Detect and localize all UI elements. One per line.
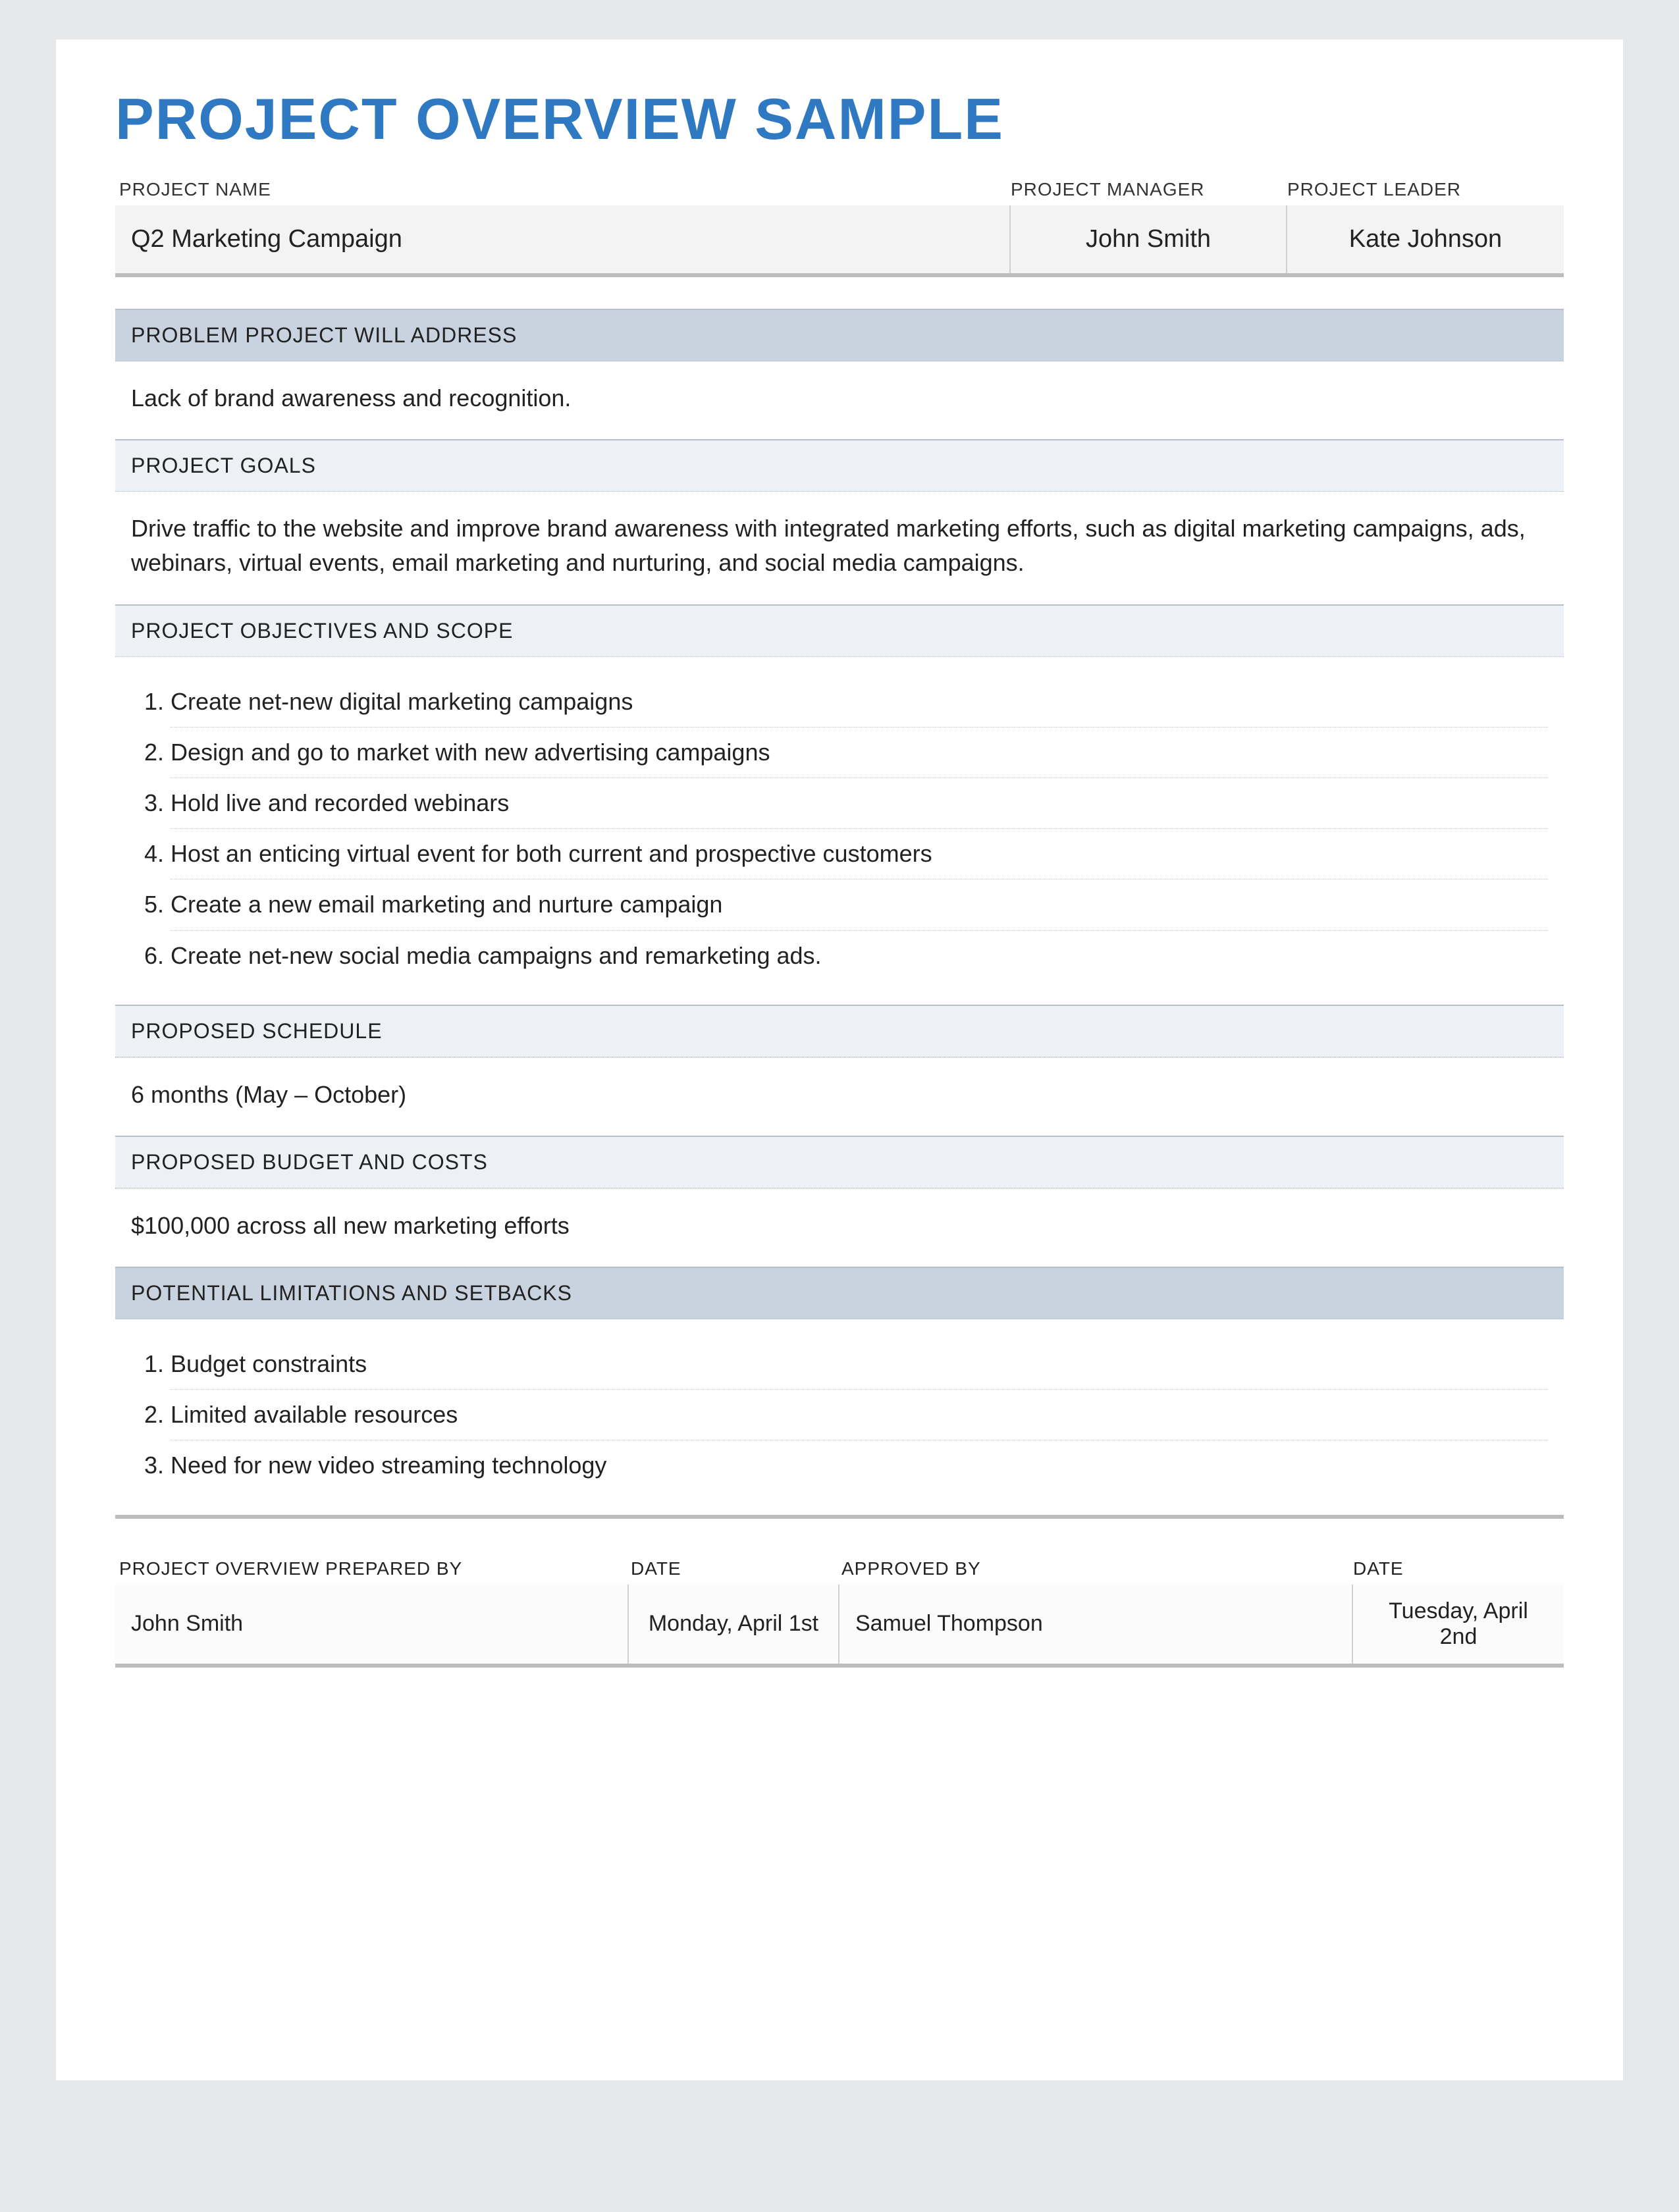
section-header-limitations: POTENTIAL LIMITATIONS AND SETBACKS: [115, 1267, 1564, 1319]
value-date2: Tuesday, April 2nd: [1353, 1585, 1564, 1664]
label-project-manager: PROJECT MANAGER: [1011, 179, 1287, 200]
section-body-problem: Lack of brand awareness and recognition.: [115, 361, 1564, 439]
section-body-schedule: 6 months (May – October): [115, 1057, 1564, 1136]
label-approved-by: APPROVED BY: [841, 1558, 1353, 1579]
list-item: Budget constraints: [171, 1339, 1548, 1389]
section-header-budget: PROPOSED BUDGET AND COSTS: [115, 1136, 1564, 1188]
section-body-goals: Drive traffic to the website and improve…: [115, 492, 1564, 604]
section-body-budget: $100,000 across all new marketing effort…: [115, 1188, 1564, 1267]
list-item: Design and go to market with new adverti…: [171, 727, 1548, 777]
footer-meta-header: PROJECT OVERVIEW PREPARED BY DATE APPROV…: [115, 1519, 1564, 1585]
list-item: Create net-new digital marketing campaig…: [171, 677, 1548, 727]
list-item: Limited available resources: [171, 1389, 1548, 1440]
value-project-manager: John Smith: [1011, 205, 1287, 273]
page-title: PROJECT OVERVIEW SAMPLE: [115, 86, 1564, 153]
list-item: Create a new email marketing and nurture…: [171, 879, 1548, 930]
list-item: Host an enticing virtual event for both …: [171, 828, 1548, 879]
project-meta-row: Q2 Marketing Campaign John Smith Kate Jo…: [115, 205, 1564, 277]
footer-meta-row: John Smith Monday, April 1st Samuel Thom…: [115, 1585, 1564, 1668]
value-date1: Monday, April 1st: [629, 1585, 840, 1664]
objectives-list: Create net-new digital marketing campaig…: [131, 677, 1548, 981]
document-page: PROJECT OVERVIEW SAMPLE PROJECT NAME PRO…: [56, 40, 1623, 2080]
value-approved-by: Samuel Thompson: [840, 1585, 1353, 1664]
sections-container: PROBLEM PROJECT WILL ADDRESS Lack of bra…: [115, 309, 1564, 1519]
list-item: Create net-new social media campaigns an…: [171, 930, 1548, 981]
value-prepared-by: John Smith: [115, 1585, 629, 1664]
list-item: Need for new video streaming technology: [171, 1440, 1548, 1490]
label-date2: DATE: [1353, 1558, 1564, 1579]
section-header-objectives: PROJECT OBJECTIVES AND SCOPE: [115, 604, 1564, 657]
label-project-leader: PROJECT LEADER: [1287, 179, 1564, 200]
section-body-objectives: Create net-new digital marketing campaig…: [115, 657, 1564, 1005]
list-item: Hold live and recorded webinars: [171, 777, 1548, 828]
value-project-leader: Kate Johnson: [1287, 205, 1564, 273]
label-project-name: PROJECT NAME: [119, 179, 1011, 200]
project-meta-header: PROJECT NAME PROJECT MANAGER PROJECT LEA…: [115, 179, 1564, 205]
label-prepared-by: PROJECT OVERVIEW PREPARED BY: [119, 1558, 631, 1579]
label-date1: DATE: [631, 1558, 841, 1579]
section-body-limitations: Budget constraints Limited available res…: [115, 1319, 1564, 1515]
value-project-name: Q2 Marketing Campaign: [115, 205, 1011, 273]
section-header-schedule: PROPOSED SCHEDULE: [115, 1005, 1564, 1057]
section-header-problem: PROBLEM PROJECT WILL ADDRESS: [115, 309, 1564, 361]
section-header-goals: PROJECT GOALS: [115, 439, 1564, 492]
limitations-list: Budget constraints Limited available res…: [131, 1339, 1548, 1491]
